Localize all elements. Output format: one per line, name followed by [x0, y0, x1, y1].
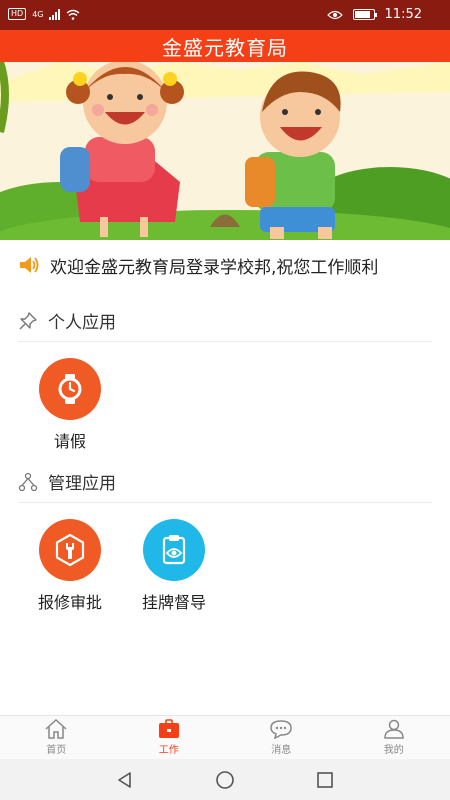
tab-messages[interactable]: 消息 — [225, 716, 338, 759]
eye-icon — [326, 10, 343, 19]
personal-apps-title: 个人应用 — [48, 313, 116, 333]
app-header: 金盛元教育局 — [0, 30, 450, 62]
watch-icon-wrap — [39, 358, 101, 420]
network-badge: HD — [8, 8, 27, 20]
personal-apps-grid: 请假 — [0, 358, 122, 452]
user-icon — [383, 719, 404, 739]
signal-icon — [49, 8, 61, 20]
system-nav-bar — [0, 759, 450, 800]
pushpin-icon — [19, 311, 37, 329]
clipboard-eye-icon — [162, 535, 186, 565]
app-supervision[interactable]: 挂牌督导 — [122, 519, 226, 613]
management-apps-grid: 报修审批 挂牌督导 — [0, 519, 226, 613]
recents-icon[interactable] — [315, 770, 335, 790]
home-circle-icon[interactable] — [215, 770, 235, 790]
tab-work[interactable]: 工作 — [113, 716, 226, 759]
hierarchy-icon — [18, 472, 38, 491]
app-leave-label: 请假 — [53, 432, 86, 451]
chat-bubble-icon — [270, 720, 293, 739]
personal-apps-header: 个人应用 — [18, 300, 432, 342]
management-apps-header: 管理应用 — [18, 461, 432, 503]
clipboard-eye-icon-wrap — [143, 519, 205, 581]
battery-icon — [352, 9, 377, 20]
watch-icon — [58, 374, 82, 404]
app-repair-approval-label: 报修审批 — [37, 593, 102, 612]
tab-home-label: 首页 — [46, 745, 67, 756]
page-title: 金盛元教育局 — [162, 35, 288, 60]
wrench-icon — [55, 533, 85, 567]
children-illustration — [0, 62, 450, 240]
tab-profile[interactable]: 我的 — [338, 716, 450, 759]
speaker-icon — [20, 257, 39, 273]
tab-work-label: 工作 — [158, 745, 179, 756]
notice-text: 欢迎金盛元教育局登录学校邦,祝您工作顺利 — [50, 257, 379, 278]
home-icon — [45, 719, 67, 739]
status-time: 11:52 — [384, 7, 422, 22]
back-icon[interactable] — [115, 770, 135, 790]
banner-image[interactable] — [0, 62, 450, 240]
bottom-tab-bar: 首页 工作 消息 我的 — [0, 715, 450, 759]
tab-messages-label: 消息 — [271, 745, 292, 756]
status-bar: HD 4G 11:52 — [0, 0, 450, 30]
network-type: 4G — [32, 9, 44, 19]
app-leave[interactable]: 请假 — [18, 358, 122, 452]
wifi-icon — [67, 9, 80, 20]
briefcase-icon — [158, 719, 179, 738]
app-supervision-label: 挂牌督导 — [141, 593, 206, 612]
app-repair-approval[interactable]: 报修审批 — [18, 519, 122, 613]
wrench-icon-wrap — [39, 519, 101, 581]
tab-home[interactable]: 首页 — [0, 716, 113, 759]
tab-profile-label: 我的 — [383, 745, 404, 756]
notice-bar[interactable]: 欢迎金盛元教育局登录学校邦,祝您工作顺利 — [0, 240, 450, 290]
management-apps-title: 管理应用 — [48, 474, 116, 494]
